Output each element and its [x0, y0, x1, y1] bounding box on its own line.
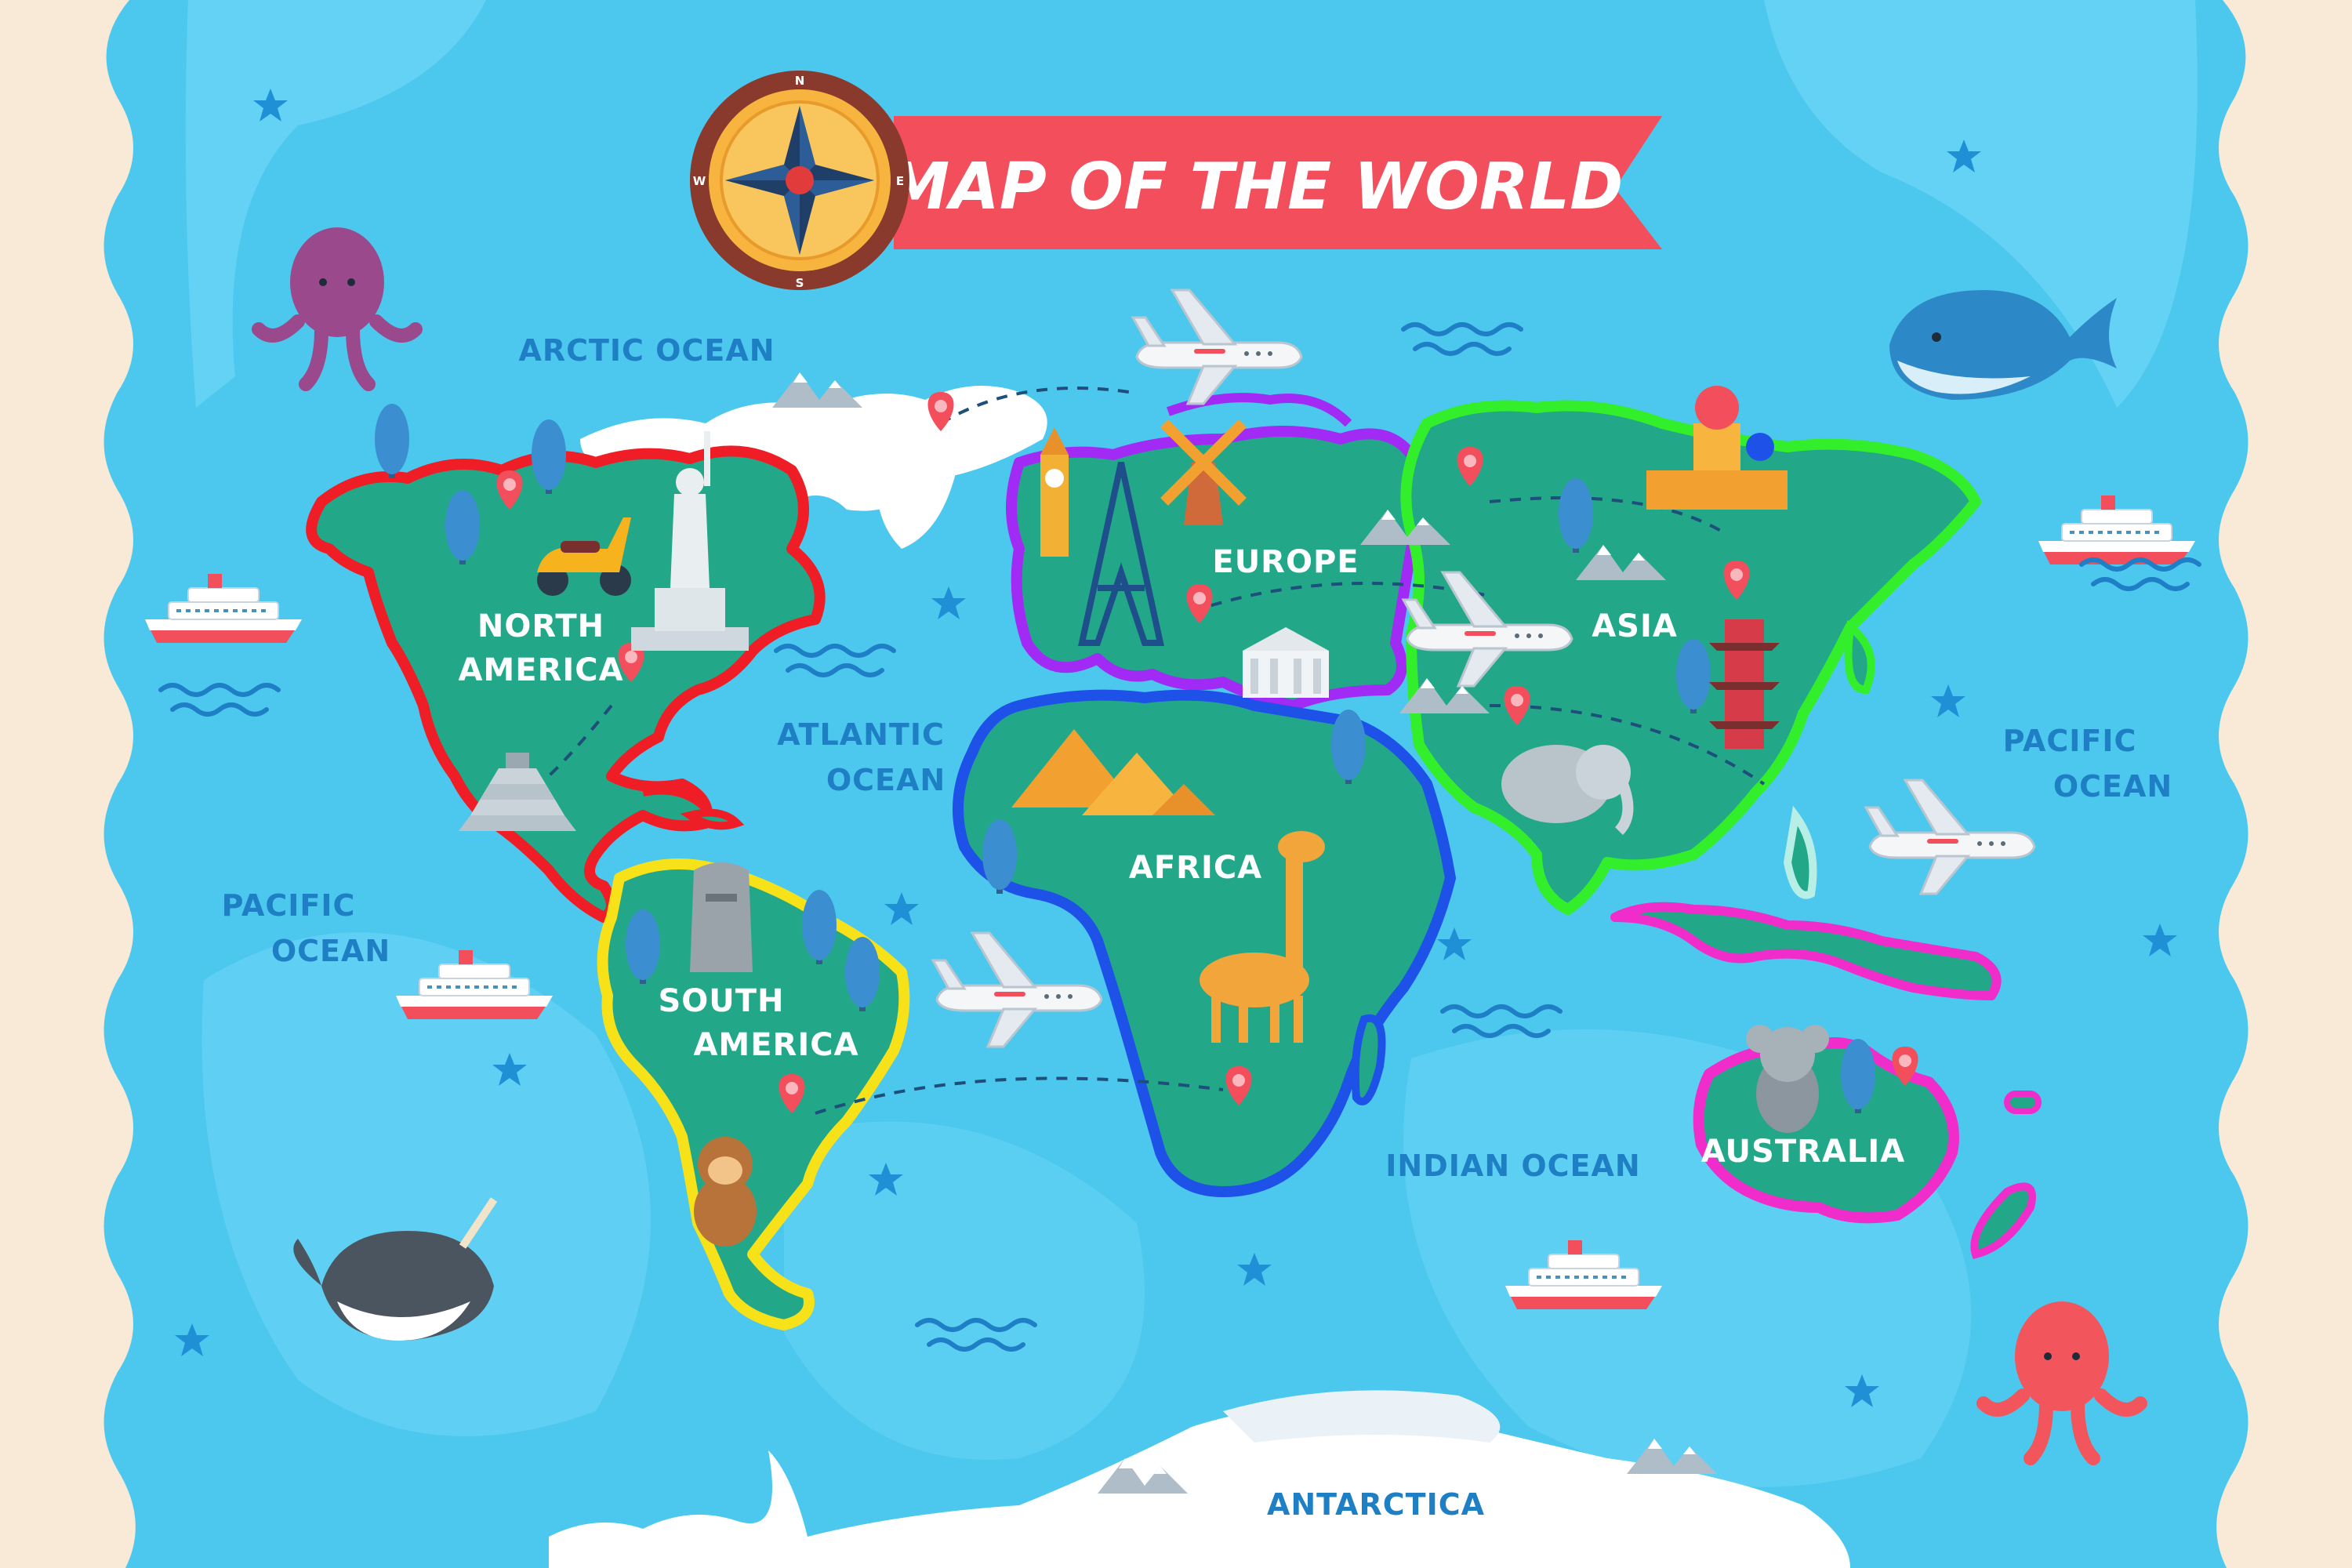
- moai-icon: [690, 862, 753, 972]
- world-map: NORTH AMERICA SOUTH AMERICA EUROPE AFRIC…: [0, 0, 2352, 1568]
- label-atlantic-ocean-line2: OCEAN: [826, 763, 946, 797]
- label-south-america-line1: SOUTH: [658, 983, 784, 1019]
- label-australia: AUSTRALIA: [1701, 1134, 1905, 1170]
- label-pacific-ocean-east-line1: PACIFIC: [2003, 724, 2137, 758]
- label-pacific-ocean-west-line2: OCEAN: [271, 934, 390, 968]
- label-pacific-ocean-west-line1: PACIFIC: [222, 888, 356, 923]
- label-antarctica: ANTARCTICA: [1267, 1487, 1485, 1522]
- compass-south: S: [796, 276, 804, 290]
- label-asia: ASIA: [1592, 608, 1678, 644]
- label-south-america-line2: AMERICA: [693, 1027, 858, 1063]
- label-indian-ocean: INDIAN OCEAN: [1385, 1149, 1640, 1183]
- label-arctic-ocean: ARCTIC OCEAN: [518, 333, 775, 368]
- compass-north: N: [795, 74, 805, 88]
- label-north-america-line2: AMERICA: [458, 652, 623, 688]
- title-banner: MAP OF THE WORLD: [886, 116, 1662, 249]
- label-africa: AFRICA: [1129, 850, 1262, 886]
- compass-rose-icon: N E S W: [690, 71, 909, 290]
- compass-west: W: [693, 174, 706, 188]
- label-pacific-ocean-east-line2: OCEAN: [2053, 769, 2172, 804]
- label-europe: EUROPE: [1212, 544, 1359, 580]
- map-title: MAP OF THE WORLD: [886, 150, 1624, 224]
- compass-east: E: [896, 174, 904, 188]
- label-north-america-line1: NORTH: [477, 608, 604, 644]
- label-atlantic-ocean-line1: ATLANTIC: [777, 717, 945, 752]
- monkey-icon: [694, 1137, 757, 1247]
- big-ben-icon: [1040, 427, 1069, 557]
